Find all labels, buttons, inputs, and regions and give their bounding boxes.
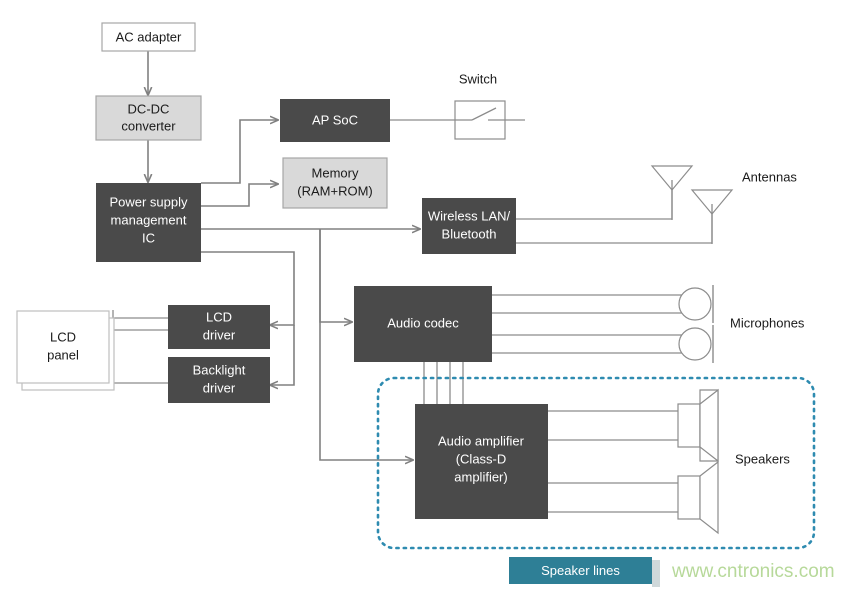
block-ac-adapter[interactable]: AC adapter — [101, 22, 196, 52]
block-label-lcd-driver-line1: LCD — [206, 309, 232, 324]
block-label-audio-codec: Audio codec — [387, 315, 459, 330]
block-label-backlight-driver-line2: driver — [203, 380, 236, 395]
block-label-amp-line2: (Class-D — [456, 451, 507, 466]
block-label-backlight-driver-line1: Backlight — [193, 362, 246, 377]
legend-speaker-lines[interactable]: Speaker lines — [509, 557, 660, 587]
block-audio-codec[interactable]: Audio codec — [354, 286, 492, 362]
block-label-memory-line2: (RAM+ROM) — [297, 183, 372, 198]
block-power-supply-management-ic[interactable]: Power supply management IC — [96, 183, 201, 262]
label-antennas: Antennas — [742, 169, 797, 184]
block-lcd-panel[interactable]: LCD panel — [16, 310, 115, 391]
microphone-symbol-2 — [678, 325, 714, 363]
legend-label: Speaker lines — [541, 563, 620, 578]
block-audio-amplifier[interactable]: Audio amplifier (Class-D amplifier) — [415, 404, 548, 519]
diagram-svg: AC adapter DC-DC converter Power supply … — [16, 22, 835, 587]
microphone-symbol-1 — [678, 285, 714, 323]
wire-pmic-to-backlight-driver — [270, 325, 295, 385]
block-label-dcdc-line2: converter — [121, 118, 176, 133]
block-label-memory-line1: Memory — [312, 165, 359, 180]
block-label-pmic-line1: Power supply — [109, 194, 188, 209]
antenna-symbol-2 — [690, 189, 734, 244]
wire-pmic-to-memory — [201, 184, 278, 207]
block-diagram-canvas: AC adapter DC-DC converter Power supply … — [0, 0, 851, 592]
block-wireless-lan-bluetooth[interactable]: Wireless LAN/ Bluetooth — [422, 198, 516, 254]
watermark-text: www.cntronics.com — [671, 561, 835, 582]
block-label-lcd-panel-line1: LCD — [50, 329, 76, 344]
block-backlight-driver[interactable]: Backlight driver — [168, 357, 270, 403]
block-memory[interactable]: Memory (RAM+ROM) — [282, 157, 388, 209]
antenna-symbol-1 — [650, 165, 694, 220]
block-ap-soc[interactable]: AP SoC — [280, 99, 390, 142]
block-label-wlan-line1: Wireless LAN/ — [428, 208, 511, 223]
block-label-pmic-line3: IC — [142, 230, 155, 245]
block-label-wlan-line2: Bluetooth — [442, 226, 497, 241]
label-speakers: Speakers — [735, 451, 790, 466]
wire-pmic-to-audio-codec — [319, 229, 352, 322]
connector-layer — [112, 50, 713, 513]
label-switch: Switch — [459, 71, 497, 86]
switch-symbol — [454, 100, 506, 140]
wire-wlan-to-antenna-2 — [516, 212, 713, 244]
speaker-symbol-2 — [677, 460, 719, 535]
wire-pmic-to-apsoc — [201, 120, 278, 184]
block-label-lcd-panel-line2: panel — [47, 347, 79, 362]
block-label-ap-soc: AP SoC — [312, 112, 358, 127]
block-label-dcdc-line1: DC-DC — [128, 101, 170, 116]
block-label-lcd-driver-line2: driver — [203, 327, 236, 342]
label-microphones: Microphones — [730, 315, 805, 330]
speaker-symbol-1 — [677, 388, 719, 463]
block-label-pmic-line2: management — [111, 212, 187, 227]
block-lcd-driver[interactable]: LCD driver — [168, 305, 270, 349]
block-label-amp-line1: Audio amplifier — [438, 433, 525, 448]
block-dcdc-converter[interactable]: DC-DC converter — [95, 95, 202, 141]
block-label-amp-line3: amplifier) — [454, 469, 507, 484]
block-label-ac-adapter: AC adapter — [116, 29, 182, 44]
wire-wlan-to-antenna-1 — [516, 188, 673, 220]
